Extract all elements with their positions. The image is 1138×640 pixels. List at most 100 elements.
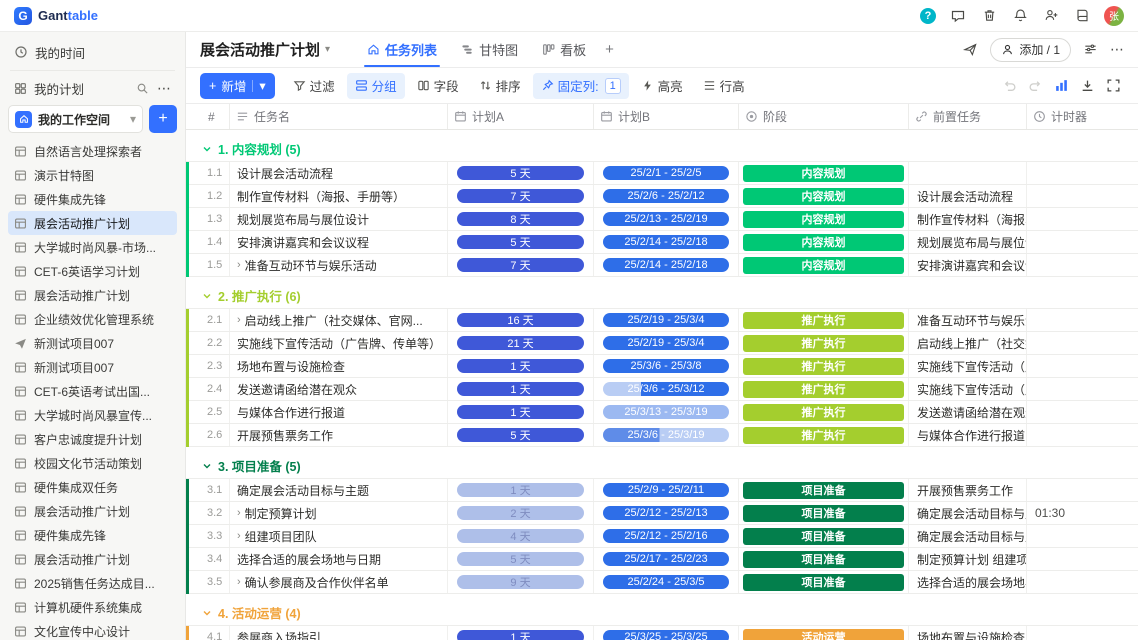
plan-b-cell[interactable]: 25/2/1 - 25/2/5 xyxy=(594,162,739,184)
task-name-cell[interactable]: 开展预售票务工作 xyxy=(230,424,448,446)
table-row[interactable]: 2.1›启动线上推广（社交媒体、官网...16 天25/2/19 - 25/3/… xyxy=(186,309,1138,332)
plan-a-pill[interactable]: 9 天 xyxy=(457,575,584,589)
predecessor-cell[interactable]: 实施线下宣传活动（广告牌、传单等 xyxy=(909,355,1027,377)
task-name-cell[interactable]: 制作宣传材料（海报、手册等） xyxy=(230,185,448,207)
notifications-icon[interactable] xyxy=(1011,7,1029,25)
column-header-timer[interactable]: 计时器 xyxy=(1027,104,1138,129)
plan-b-pill[interactable]: 25/2/13 - 25/2/19 xyxy=(603,212,729,226)
task-name-cell[interactable]: 选择合适的展会场地与日期 xyxy=(230,548,448,570)
plan-a-cell[interactable]: 9 天 xyxy=(448,571,594,593)
plan-a-cell[interactable]: 8 天 xyxy=(448,208,594,230)
sidebar-item-my-time[interactable]: 我的时间 xyxy=(8,38,177,66)
group-header[interactable]: 4. 活动运营 (4) xyxy=(186,600,1138,626)
docs-icon[interactable] xyxy=(1073,7,1091,25)
chevron-down-icon[interactable] xyxy=(202,291,212,301)
plan-a-pill[interactable]: 2 天 xyxy=(457,506,584,520)
invite-user-icon[interactable] xyxy=(1042,7,1060,25)
timer-cell[interactable]: 01:30 xyxy=(1027,502,1138,524)
plan-a-pill[interactable]: 7 天 xyxy=(457,258,584,272)
predecessor-cell[interactable]: 确定展会活动目标与主题 xyxy=(909,502,1027,524)
plan-b-cell[interactable]: 25/3/25 - 25/3/25 xyxy=(594,626,739,640)
share-icon[interactable] xyxy=(963,42,978,57)
task-name-cell[interactable]: 规划展览布局与展位设计 xyxy=(230,208,448,230)
column-header-planA[interactable]: 计划A xyxy=(448,104,594,129)
stage-badge[interactable]: 推广执行 xyxy=(743,312,904,329)
stage-badge[interactable]: 项目准备 xyxy=(743,528,904,545)
timer-cell[interactable] xyxy=(1027,355,1138,377)
timer-cell[interactable] xyxy=(1027,626,1138,640)
table-row[interactable]: 2.4发送邀请函给潜在观众1 天25/3/6 - 25/3/12推广执行实施线下… xyxy=(186,378,1138,401)
timer-cell[interactable] xyxy=(1027,231,1138,253)
trash-icon[interactable] xyxy=(980,7,998,25)
table-row[interactable]: 3.2›制定预算计划2 天25/2/12 - 25/2/13项目准备确定展会活动… xyxy=(186,502,1138,525)
stage-cell[interactable]: 内容规划 xyxy=(739,208,909,230)
plan-a-cell[interactable]: 1 天 xyxy=(448,479,594,501)
plan-a-cell[interactable]: 1 天 xyxy=(448,401,594,423)
timer-cell[interactable] xyxy=(1027,378,1138,400)
plan-b-cell[interactable]: 25/2/24 - 25/3/5 xyxy=(594,571,739,593)
task-name-cell[interactable]: ›制定预算计划 xyxy=(230,502,448,524)
plan-b-pill[interactable]: 25/2/19 - 25/3/4 xyxy=(603,336,729,350)
predecessor-cell[interactable]: 制作宣传材料（海报、手册等） xyxy=(909,208,1027,230)
plan-b-pill[interactable]: 25/2/1 - 25/2/5 xyxy=(603,166,729,180)
highlight-button[interactable]: 高亮 xyxy=(633,73,691,99)
sidebar-item[interactable]: 新测试项目007 xyxy=(8,331,177,355)
plan-a-cell[interactable]: 5 天 xyxy=(448,162,594,184)
sidebar-item[interactable]: 企业绩效优化管理系统 xyxy=(8,307,177,331)
stage-cell[interactable]: 项目准备 xyxy=(739,571,909,593)
sidebar-item[interactable]: 自然语言处理探索者 xyxy=(8,139,177,163)
plan-b-cell[interactable]: 25/3/6 - 25/3/19 xyxy=(594,424,739,446)
add-view-button[interactable]: + xyxy=(597,41,622,58)
table-row[interactable]: 3.3›组建项目团队4 天25/2/12 - 25/2/16项目准备确定展会活动… xyxy=(186,525,1138,548)
sidebar-item[interactable]: 硬件集成双任务 xyxy=(8,475,177,499)
expand-subtasks-icon[interactable]: › xyxy=(237,530,241,542)
stage-badge[interactable]: 活动运营 xyxy=(743,629,904,640)
add-member-button[interactable]: 添加 / 1 xyxy=(990,38,1071,62)
predecessor-cell[interactable]: 开展预售票务工作 xyxy=(909,479,1027,501)
sidebar-item[interactable]: 客户忠诚度提升计划 xyxy=(8,427,177,451)
redo-icon[interactable] xyxy=(1024,75,1046,97)
plan-a-pill[interactable]: 1 天 xyxy=(457,359,584,373)
task-name-cell[interactable]: ›准备互动环节与娱乐活动 xyxy=(230,254,448,276)
expand-subtasks-icon[interactable]: › xyxy=(237,314,241,326)
predecessor-cell[interactable]: 确定展会活动目标与主题 xyxy=(909,525,1027,547)
plan-b-pill[interactable]: 25/3/6 - 25/3/8 xyxy=(603,359,729,373)
plan-b-pill[interactable]: 25/2/6 - 25/2/12 xyxy=(603,189,729,203)
app-logo[interactable]: G Ganttable xyxy=(14,7,98,25)
expand-subtasks-icon[interactable]: › xyxy=(237,507,241,519)
predecessor-cell[interactable]: 规划展览布局与展位设计 xyxy=(909,231,1027,253)
task-name-cell[interactable]: ›确认参展商及合作伙伴名单 xyxy=(230,571,448,593)
sidebar-item[interactable]: 文化宣传中心设计 xyxy=(8,619,177,640)
timer-cell[interactable] xyxy=(1027,185,1138,207)
predecessor-cell[interactable]: 设计展会活动流程 xyxy=(909,185,1027,207)
fields-button[interactable]: 字段 xyxy=(409,73,467,99)
stage-cell[interactable]: 推广执行 xyxy=(739,378,909,400)
plan-b-cell[interactable]: 25/2/12 - 25/2/16 xyxy=(594,525,739,547)
timer-cell[interactable] xyxy=(1027,401,1138,423)
predecessor-cell[interactable]: 制定预算计划 组建项目团队 xyxy=(909,548,1027,570)
plan-b-pill[interactable]: 25/3/6 - 25/3/12 xyxy=(603,382,729,396)
fullscreen-icon[interactable] xyxy=(1102,75,1124,97)
predecessor-cell[interactable]: 准备互动环节与娱乐活动 xyxy=(909,309,1027,331)
chevron-down-icon[interactable] xyxy=(202,461,212,471)
stage-cell[interactable]: 推广执行 xyxy=(739,309,909,331)
filter-button[interactable]: 过滤 xyxy=(285,73,343,99)
tab-kanban[interactable]: 看板 xyxy=(531,32,597,67)
stage-cell[interactable]: 项目准备 xyxy=(739,548,909,570)
table-row[interactable]: 2.5与媒体合作进行报道1 天25/3/13 - 25/3/19推广执行发送邀请… xyxy=(186,401,1138,424)
stage-cell[interactable]: 内容规划 xyxy=(739,185,909,207)
sidebar-item[interactable]: 展会活动推广计划 xyxy=(8,211,177,235)
stage-cell[interactable]: 推广执行 xyxy=(739,355,909,377)
plan-b-pill[interactable]: 25/2/12 - 25/2/13 xyxy=(603,506,729,520)
table-row[interactable]: 3.4选择合适的展会场地与日期5 天25/2/17 - 25/2/23项目准备制… xyxy=(186,548,1138,571)
sidebar-item[interactable]: 展会活动推广计划 xyxy=(8,499,177,523)
table-row[interactable]: 1.2制作宣传材料（海报、手册等）7 天25/2/6 - 25/2/12内容规划… xyxy=(186,185,1138,208)
task-name-cell[interactable]: 场地布置与设施检查 xyxy=(230,355,448,377)
group-button[interactable]: 分组 xyxy=(347,73,405,99)
stage-badge[interactable]: 内容规划 xyxy=(743,257,904,274)
expand-subtasks-icon[interactable]: › xyxy=(237,576,241,588)
timer-cell[interactable] xyxy=(1027,309,1138,331)
plan-a-cell[interactable]: 4 天 xyxy=(448,525,594,547)
feedback-icon[interactable] xyxy=(949,7,967,25)
plan-b-cell[interactable]: 25/3/13 - 25/3/19 xyxy=(594,401,739,423)
